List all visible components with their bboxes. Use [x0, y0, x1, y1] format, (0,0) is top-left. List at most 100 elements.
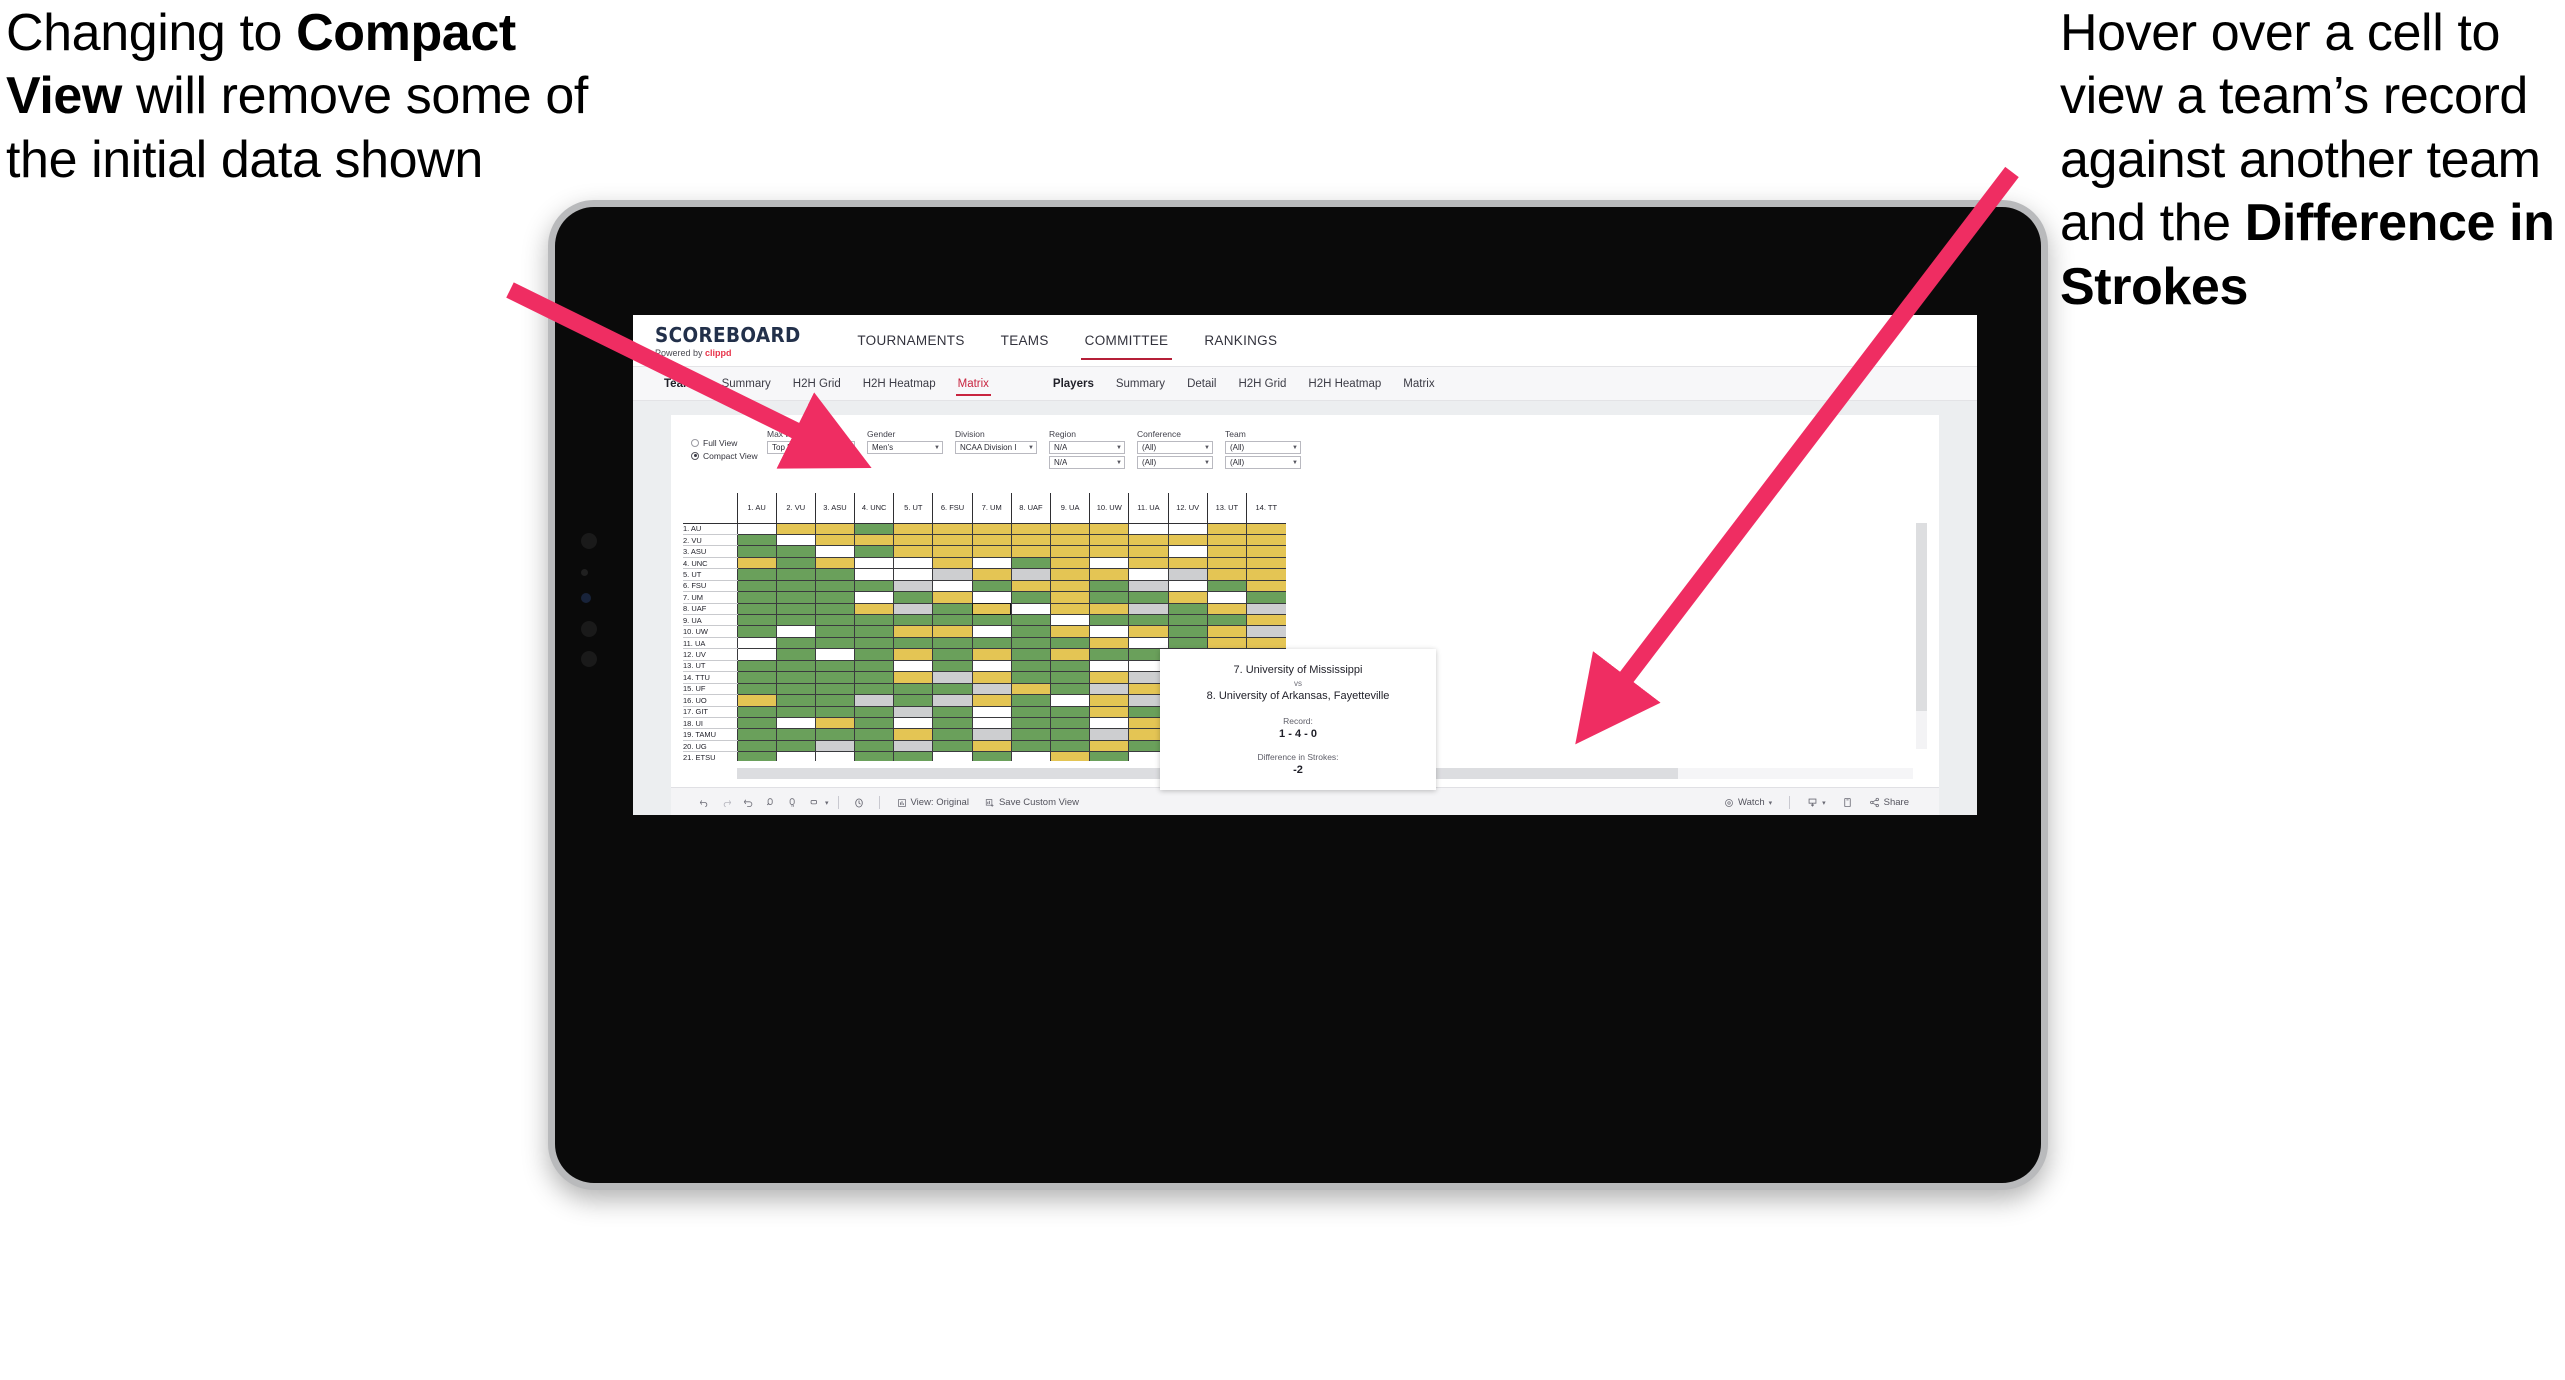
matrix-cell[interactable] [1089, 751, 1129, 761]
matrix-cell[interactable] [854, 660, 894, 673]
matrix-row-header[interactable]: 13. UT [683, 660, 737, 673]
matrix-cell[interactable] [971, 706, 1012, 718]
matrix-cell[interactable] [1089, 614, 1129, 627]
matrix-cell[interactable] [854, 614, 894, 627]
matrix-cell[interactable] [736, 740, 777, 753]
matrix-cell[interactable] [1089, 580, 1129, 593]
matrix-cell[interactable] [1089, 625, 1129, 638]
matrix-row-header[interactable]: 9. UA [683, 614, 737, 627]
matrix-cell[interactable] [1010, 625, 1051, 638]
matrix-cell[interactable] [775, 534, 816, 547]
matrix-cell[interactable] [1010, 717, 1051, 730]
matrix-cell[interactable] [1167, 614, 1208, 627]
matrix-cell[interactable] [1049, 728, 1090, 741]
matrix-cell[interactable] [1128, 591, 1169, 604]
matrix-cell[interactable] [932, 534, 973, 547]
matrix-row-header[interactable]: 11. UA [683, 637, 737, 650]
matrix-cell[interactable] [1010, 557, 1051, 570]
matrix-cell[interactable] [814, 534, 855, 547]
matrix-cell[interactable] [775, 660, 816, 673]
matrix-cell[interactable] [1049, 671, 1090, 684]
matrix-cell[interactable] [1245, 545, 1286, 558]
matrix-cell[interactable] [854, 717, 894, 730]
select-team-1[interactable]: (All) ▼ [1225, 441, 1301, 454]
matrix-cell[interactable] [1089, 683, 1129, 696]
matrix-cell[interactable] [814, 568, 855, 581]
matrix-cell[interactable] [775, 591, 816, 604]
matrix-cell[interactable] [854, 671, 894, 684]
matrix-cell[interactable] [1245, 591, 1286, 604]
matrix-cell[interactable] [893, 717, 933, 730]
matrix-cell[interactable] [1089, 591, 1129, 604]
matrix-cell[interactable] [932, 580, 973, 593]
matrix-column-header[interactable]: 5. UT [893, 493, 933, 524]
matrix-row-header[interactable]: 5. UT [683, 568, 737, 581]
select-gender[interactable]: Men's ▼ [867, 441, 943, 454]
matrix-cell[interactable] [1089, 717, 1129, 730]
matrix-cell[interactable] [971, 671, 1012, 684]
matrix-cell[interactable] [932, 557, 973, 570]
matrix-cell[interactable] [1089, 557, 1129, 570]
matrix-cell[interactable] [775, 557, 816, 570]
matrix-cell[interactable] [1167, 580, 1208, 593]
matrix-row-header[interactable]: 7. UM [683, 591, 737, 604]
matrix-row-header[interactable]: 17. GIT [683, 706, 737, 718]
matrix-cell[interactable] [736, 683, 777, 696]
matrix-cell[interactable] [1049, 625, 1090, 638]
matrix-cell[interactable] [1010, 660, 1051, 673]
matrix-cell[interactable] [971, 660, 1012, 673]
matrix-column-header[interactable]: 4. UNC [854, 493, 894, 524]
matrix-cell[interactable] [1049, 648, 1090, 661]
matrix-cell[interactable] [775, 671, 816, 684]
matrix-cell[interactable] [775, 603, 816, 616]
matrix-row-header[interactable]: 8. UAF [683, 603, 737, 616]
matrix-cell[interactable] [1167, 625, 1208, 638]
matrix-cell[interactable] [854, 545, 894, 558]
matrix-cell[interactable] [932, 740, 973, 753]
matrix-cell[interactable] [1010, 637, 1051, 650]
select-max-teams[interactable]: Top 50 ▼ [767, 441, 855, 454]
matrix-cell[interactable] [932, 545, 973, 558]
matrix-cell[interactable] [854, 557, 894, 570]
matrix-cell[interactable] [1010, 603, 1051, 616]
matrix-cell[interactable] [736, 523, 777, 535]
matrix-cell[interactable] [854, 683, 894, 696]
matrix-cell[interactable] [1010, 568, 1051, 581]
matrix-cell[interactable] [1049, 557, 1090, 570]
chevron-down-icon[interactable]: ▾ [1769, 799, 1773, 807]
matrix-cell[interactable] [971, 591, 1012, 604]
radio-button-selected-icon[interactable] [691, 451, 699, 460]
matrix-cell[interactable] [1128, 534, 1169, 547]
matrix-cell[interactable] [932, 637, 973, 650]
matrix-column-header[interactable]: 3. ASU [814, 493, 855, 524]
matrix-cell[interactable] [971, 534, 1012, 547]
matrix-cell[interactable] [1049, 545, 1090, 558]
refresh-icon[interactable] [759, 797, 781, 808]
matrix-cell[interactable] [736, 568, 777, 581]
matrix-row-header[interactable]: 18. UI [683, 717, 737, 730]
matrix-cell[interactable] [1206, 523, 1247, 535]
matrix-cell[interactable] [1128, 614, 1169, 627]
matrix-cell[interactable] [893, 591, 933, 604]
matrix-cell[interactable] [1049, 603, 1090, 616]
matrix-cell[interactable] [814, 717, 855, 730]
matrix-cell[interactable] [736, 671, 777, 684]
matrix-cell[interactable] [736, 557, 777, 570]
matrix-row-header[interactable]: 15. UF [683, 683, 737, 696]
matrix-cell[interactable] [971, 648, 1012, 661]
matrix-cell[interactable] [1049, 717, 1090, 730]
tab-teams-summary[interactable]: Summary [711, 367, 782, 401]
matrix-cell[interactable] [736, 637, 777, 650]
matrix-cell[interactable] [775, 637, 816, 650]
matrix-cell[interactable] [893, 545, 933, 558]
matrix-cell[interactable] [814, 625, 855, 638]
matrix-cell[interactable] [1245, 568, 1286, 581]
matrix-cell[interactable] [971, 523, 1012, 535]
matrix-cell[interactable] [932, 625, 973, 638]
tab-players-detail[interactable]: Detail [1176, 367, 1227, 401]
matrix-cell[interactable] [1245, 523, 1286, 535]
matrix-cell[interactable] [893, 580, 933, 593]
matrix-cell[interactable] [1245, 637, 1286, 650]
matrix-column-header[interactable]: 10. UW [1089, 493, 1129, 524]
matrix-cell[interactable] [1245, 603, 1286, 616]
